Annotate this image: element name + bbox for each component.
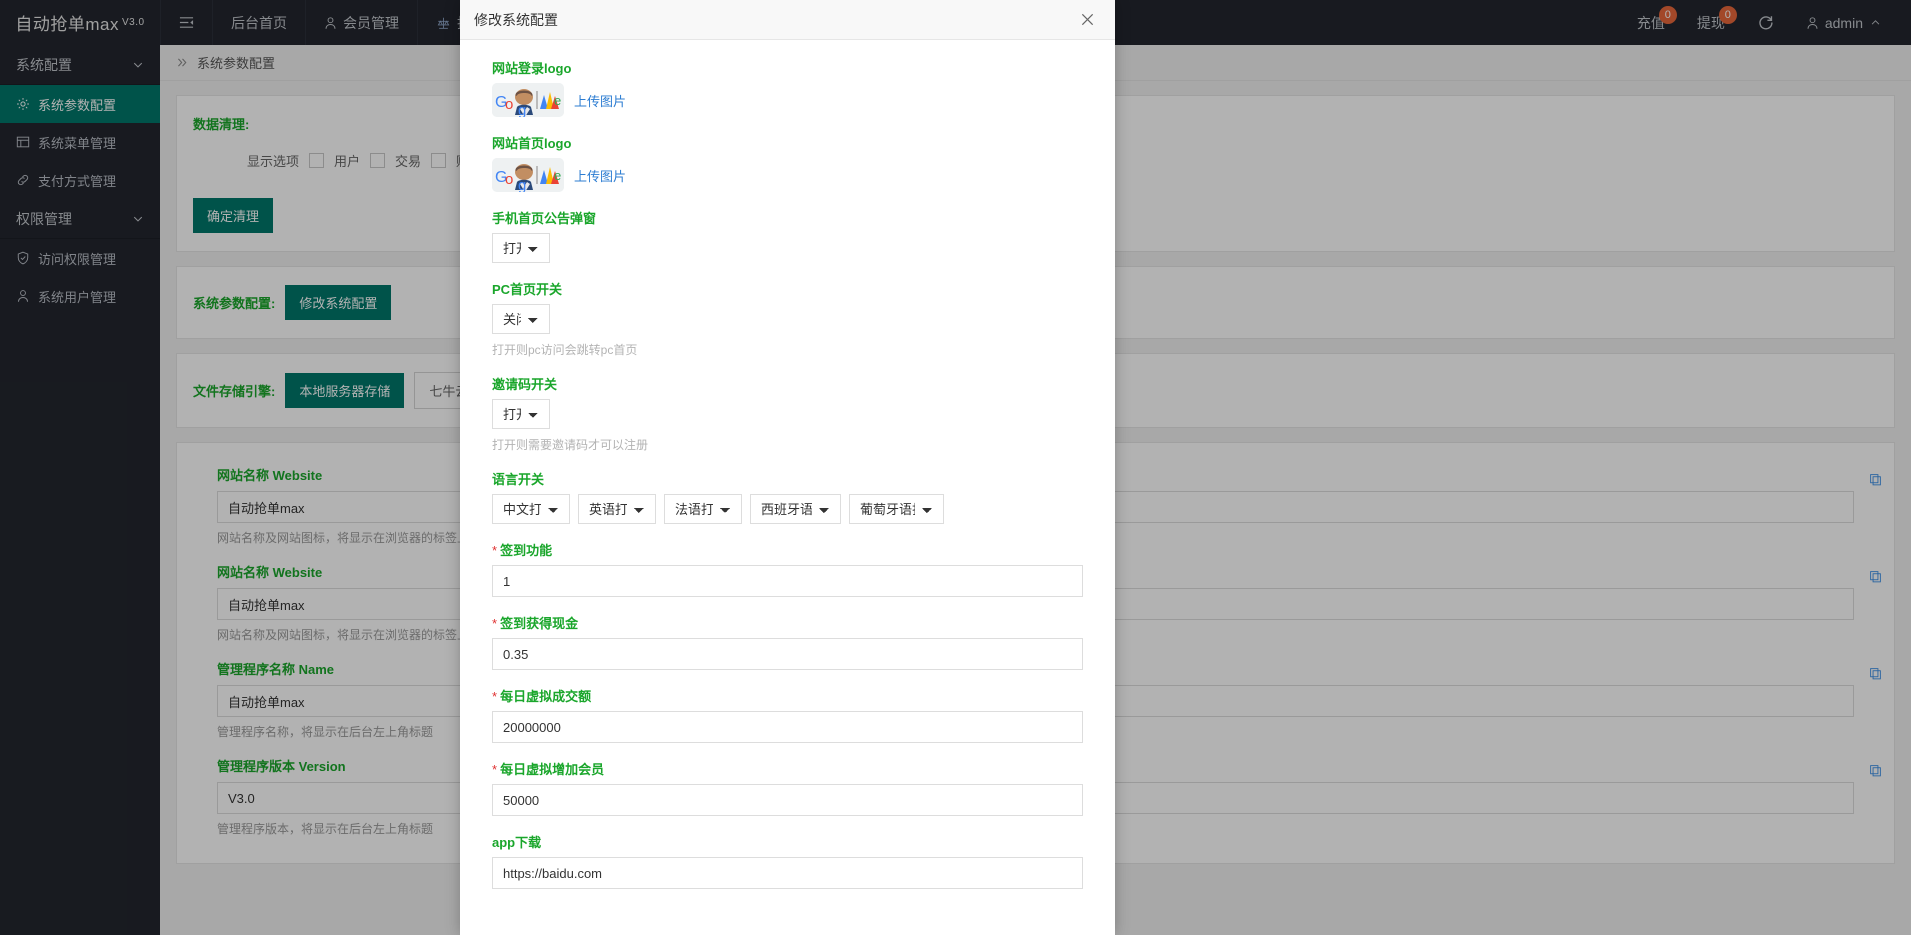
modal-title: 修改系统配置 <box>474 11 558 28</box>
mobile-popup-label: 手机首页公告弹窗 <box>492 211 597 226</box>
close-button[interactable] <box>1073 6 1101 34</box>
pc-home-switch-group: PC首页开关 关闭 打开则pc访问会跳转pc首页 <box>492 279 1083 358</box>
invite-code-switch-select[interactable]: 打开 <box>492 399 550 429</box>
home-logo-group: 网站首页logo G o e g 上传图片 <box>492 133 1083 192</box>
language-select-portuguese[interactable]: 葡萄牙语打开 <box>849 494 944 524</box>
required-marker: * <box>492 762 498 777</box>
edit-system-config-modal: 修改系统配置 网站登录logo G o e g 上传图片 网站首页logo G … <box>460 0 1115 935</box>
daily-virtual-members-label: * 每日虚拟增加会员 <box>492 759 1083 778</box>
checkin-cash-label: * 签到获得现金 <box>492 613 1083 632</box>
svg-text:g: g <box>518 102 526 117</box>
app-download-group: app下载 https://baidu.com <box>492 832 1083 889</box>
required-marker: * <box>492 616 498 631</box>
mobile-popup-select[interactable]: 打开 <box>492 233 550 263</box>
invite-code-switch-label: 邀请码开关 <box>492 377 558 392</box>
app-download-label: app下载 <box>492 835 542 850</box>
daily-virtual-members-group: * 每日虚拟增加会员 50000 <box>492 759 1083 816</box>
label-text: 签到功能 <box>500 543 553 558</box>
checkin-function-group: * 签到功能 1 <box>492 540 1083 597</box>
checkin-cash-group: * 签到获得现金 0.35 <box>492 613 1083 670</box>
language-switch-label: 语言开关 <box>492 472 545 487</box>
home-logo-upload-link[interactable]: 上传图片 <box>574 166 626 185</box>
daily-virtual-volume-label: * 每日虚拟成交额 <box>492 686 1083 705</box>
svg-text:e: e <box>554 93 561 108</box>
daily-virtual-members-input[interactable]: 50000 <box>492 784 1083 816</box>
svg-text:e: e <box>554 168 561 183</box>
required-marker: * <box>492 543 498 558</box>
mobile-popup-group: 手机首页公告弹窗 打开 <box>492 208 1083 263</box>
login-logo-group: 网站登录logo G o e g 上传图片 <box>492 58 1083 117</box>
invite-code-switch-group: 邀请码开关 打开 打开则需要邀请码才可以注册 <box>492 374 1083 453</box>
modal-body: 网站登录logo G o e g 上传图片 网站首页logo G o e g 上… <box>460 40 1115 935</box>
login-logo-image[interactable]: G o e g <box>492 83 564 117</box>
checkin-function-label: * 签到功能 <box>492 540 1083 559</box>
language-switch-group: 语言开关 中文打开 英语打开 法语打开 西班牙语打开 葡萄牙语打开 <box>492 469 1083 524</box>
modal-header: 修改系统配置 <box>460 0 1115 40</box>
svg-text:g: g <box>518 177 526 192</box>
language-select-french[interactable]: 法语打开 <box>664 494 742 524</box>
svg-text:o: o <box>505 171 513 188</box>
language-select-spanish[interactable]: 西班牙语打开 <box>750 494 841 524</box>
app-download-input[interactable]: https://baidu.com <box>492 857 1083 889</box>
checkin-cash-input[interactable]: 0.35 <box>492 638 1083 670</box>
label-text: 签到获得现金 <box>500 616 579 631</box>
language-select-english[interactable]: 英语打开 <box>578 494 656 524</box>
label-text: 每日虚拟增加会员 <box>500 762 605 777</box>
daily-virtual-volume-group: * 每日虚拟成交额 20000000 <box>492 686 1083 743</box>
daily-virtual-volume-input[interactable]: 20000000 <box>492 711 1083 743</box>
pc-home-switch-help: 打开则pc访问会跳转pc首页 <box>492 343 638 357</box>
pc-home-switch-select[interactable]: 关闭 <box>492 304 550 334</box>
required-marker: * <box>492 689 498 704</box>
language-select-chinese[interactable]: 中文打开 <box>492 494 570 524</box>
home-logo-image[interactable]: G o e g <box>492 158 564 192</box>
pc-home-switch-label: PC首页开关 <box>492 282 563 297</box>
invite-code-switch-help: 打开则需要邀请码才可以注册 <box>492 438 649 452</box>
svg-text:o: o <box>505 96 513 113</box>
login-logo-label: 网站登录logo <box>492 61 572 76</box>
login-logo-upload-link[interactable]: 上传图片 <box>574 91 626 110</box>
home-logo-label: 网站首页logo <box>492 136 572 151</box>
checkin-function-input[interactable]: 1 <box>492 565 1083 597</box>
label-text: 每日虚拟成交额 <box>500 689 592 704</box>
close-icon <box>1081 13 1093 26</box>
